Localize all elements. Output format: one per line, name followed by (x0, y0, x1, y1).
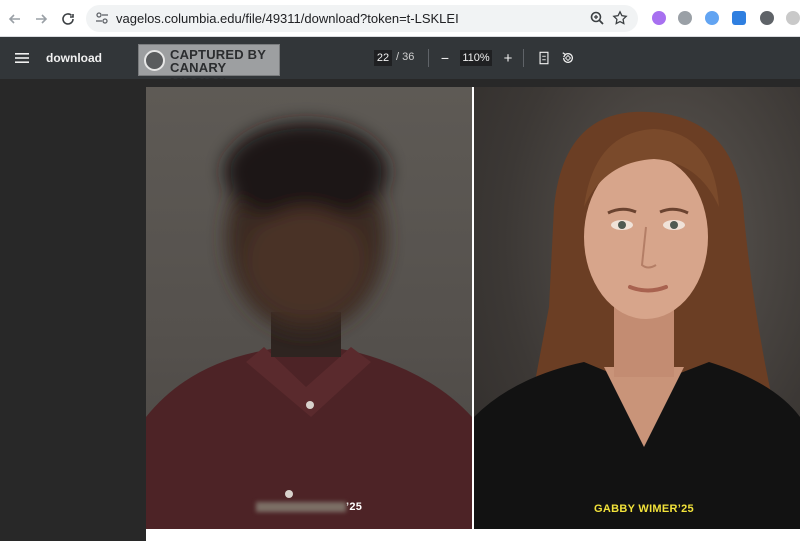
portrait (474, 111, 800, 529)
extension-icon[interactable] (760, 11, 774, 25)
rotate-button[interactable] (560, 50, 576, 66)
zoom-icon[interactable] (589, 10, 605, 26)
zoom-in-button[interactable]: + (500, 50, 516, 67)
site-settings-icon[interactable] (94, 10, 110, 26)
forward-button[interactable] (30, 8, 52, 30)
fit-page-button[interactable] (536, 50, 552, 66)
menu-icon[interactable] (14, 50, 30, 66)
blurred-portrait (146, 122, 472, 529)
portrait-photo-left: ’25 (146, 87, 472, 529)
shield-icon[interactable] (732, 11, 746, 25)
divider (523, 49, 524, 67)
back-arrow-icon (8, 14, 20, 24)
divider (428, 49, 429, 67)
fit-page-icon (539, 51, 549, 65)
rotate-icon (562, 52, 573, 63)
extension-icon[interactable] (652, 11, 666, 25)
extension-icon[interactable] (678, 11, 692, 25)
zoom-level-input[interactable]: 110% (460, 50, 492, 66)
class-year: ’25 (346, 501, 363, 513)
star-icon[interactable] (612, 10, 628, 26)
redacted-name (256, 502, 346, 513)
address-bar[interactable]: vagelos.columbia.edu/file/49311/download… (86, 5, 638, 32)
reload-button[interactable] (57, 8, 79, 30)
page-number-input[interactable]: 22 (374, 50, 392, 66)
zoom-out-button[interactable]: − (437, 50, 453, 66)
url-text: vagelos.columbia.edu/file/49311/download… (116, 11, 459, 26)
seal-icon (144, 50, 165, 71)
pdf-page: ’25 GABBY WIMER’25 (146, 87, 800, 541)
browser-chrome: vagelos.columbia.edu/file/49311/download… (0, 0, 800, 37)
extension-icon[interactable] (705, 11, 719, 25)
page-total: / 36 (396, 51, 415, 63)
profile-avatar[interactable] (786, 11, 800, 25)
document-viewport[interactable]: ’25 GABBY WIMER’25 (0, 79, 800, 541)
student-caption-left: ’25 (256, 501, 362, 513)
portrait-photo-right: GABBY WIMER’25 (474, 87, 800, 529)
document-title: download (46, 51, 102, 65)
watermark-badge: CAPTURED BY CANARY MISSION (138, 44, 280, 90)
forward-arrow-icon (36, 14, 48, 24)
reload-icon (62, 13, 74, 25)
back-button[interactable] (4, 8, 26, 30)
student-caption-right: GABBY WIMER’25 (594, 503, 694, 515)
pdf-toolbar: download CAPTURED BY CANARY MISSION 22 /… (0, 37, 800, 90)
